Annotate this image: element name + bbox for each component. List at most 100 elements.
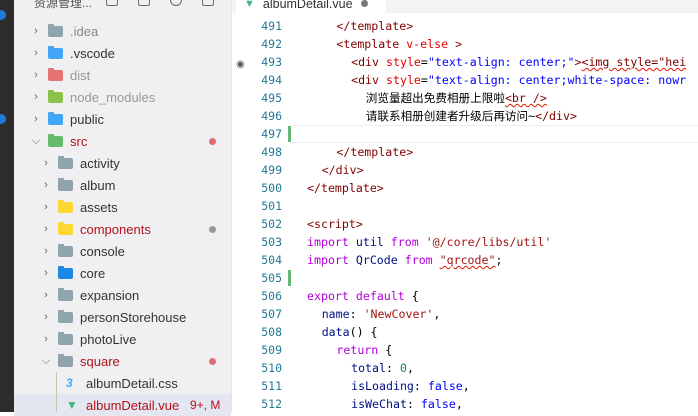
tree-item-vscode[interactable]: › .vscode bbox=[14, 42, 231, 64]
chevron-right-icon[interactable]: › bbox=[41, 245, 51, 257]
code-token: isLoading bbox=[351, 379, 414, 393]
tree-item-label: .idea bbox=[70, 23, 99, 39]
tree-item-square[interactable]: ⌵ square bbox=[14, 350, 231, 372]
tree-item-album[interactable]: › album bbox=[14, 174, 231, 196]
chevron-right-icon[interactable]: › bbox=[41, 179, 51, 191]
code-token: </template> bbox=[336, 19, 414, 33]
chevron-right-icon[interactable]: › bbox=[31, 69, 41, 81]
chevron-right-icon[interactable]: › bbox=[41, 311, 51, 323]
code-line[interactable]: </div> bbox=[322, 161, 364, 179]
code-line[interactable]: </template> bbox=[336, 143, 413, 161]
chevron-right-icon[interactable]: › bbox=[41, 267, 51, 279]
activity-bar bbox=[0, 0, 14, 412]
code-line[interactable]: import QrCode from "qrcode"; bbox=[307, 251, 502, 269]
explorer-sidebar: 资源管理... › .idea › .vscode › dist › node_… bbox=[14, 0, 232, 416]
chevron-right-icon[interactable]: › bbox=[31, 25, 41, 37]
folder-icon bbox=[58, 332, 73, 345]
refresh-icon[interactable] bbox=[170, 0, 182, 6]
current-line-highlight bbox=[292, 125, 698, 143]
chevron-right-icon[interactable]: › bbox=[41, 201, 51, 213]
tree-item-dist[interactable]: › dist bbox=[14, 64, 231, 86]
folder-icon bbox=[48, 24, 63, 37]
code-line[interactable]: isLoading: false, bbox=[351, 377, 470, 395]
modified-dot-icon bbox=[209, 225, 216, 233]
code-editor[interactable]: ◉ 491 </template> 492 <template v-else >493… bbox=[232, 17, 698, 412]
code-token: <div bbox=[351, 73, 386, 87]
tree-item-activity[interactable]: › activity bbox=[14, 152, 231, 174]
tree-item-core[interactable]: › core bbox=[14, 262, 231, 284]
code-line[interactable]: <div style="text-align: center;"><img st… bbox=[351, 53, 686, 71]
tree-item-idea[interactable]: › .idea bbox=[14, 20, 231, 42]
code-line[interactable]: name: 'NewCover', bbox=[322, 305, 441, 323]
code-token: total bbox=[351, 361, 386, 375]
chevron-down-icon[interactable]: ⌵ bbox=[31, 135, 41, 148]
line-number: 506 bbox=[261, 289, 282, 303]
code-token: { bbox=[378, 343, 393, 357]
code-line[interactable]: export default { bbox=[307, 287, 419, 305]
tree-item-public[interactable]: › public bbox=[14, 108, 231, 130]
unsaved-dot-icon[interactable] bbox=[360, 0, 368, 7]
line-number: 499 bbox=[261, 163, 282, 177]
extension-badge-icon[interactable] bbox=[0, 114, 6, 124]
tree-item-personstorehouse[interactable]: › personStorehouse bbox=[14, 306, 231, 328]
code-line[interactable]: <template v-else > bbox=[336, 35, 462, 53]
folder-icon bbox=[48, 112, 63, 125]
code-line[interactable]: import util from '@/core/libs/util' bbox=[307, 233, 551, 251]
chevron-right-icon[interactable]: › bbox=[31, 113, 41, 125]
tree-item-assets[interactable]: › assets bbox=[14, 196, 231, 218]
line-number: 493 bbox=[261, 55, 282, 69]
new-folder-icon[interactable] bbox=[138, 0, 150, 6]
code-token: , bbox=[406, 361, 414, 375]
code-line[interactable]: </template> bbox=[336, 17, 413, 35]
tab-label: albumDetail.vue bbox=[262, 0, 353, 11]
tree-item-nodemodules[interactable]: › node_modules bbox=[14, 86, 231, 108]
folder-icon bbox=[48, 134, 63, 147]
tree-item-console[interactable]: › console bbox=[14, 240, 231, 262]
chevron-right-icon[interactable]: › bbox=[41, 289, 51, 301]
code-line[interactable]: data() { bbox=[322, 323, 378, 341]
code-line[interactable]: total: 0, bbox=[351, 359, 414, 377]
code-line[interactable]: <script> bbox=[307, 215, 363, 233]
code-token: () { bbox=[349, 325, 378, 339]
account-badge-icon[interactable] bbox=[0, 10, 6, 20]
indent-guide bbox=[56, 372, 57, 412]
line-number: 498 bbox=[261, 145, 282, 159]
code-line[interactable]: <div style="text-align: center;white-spa… bbox=[351, 71, 686, 89]
tree-file-albumdetailvue[interactable]: ▼ albumDetail.vue 9+, M bbox=[14, 394, 231, 416]
code-line[interactable]: return { bbox=[336, 341, 392, 359]
new-file-icon[interactable] bbox=[106, 0, 118, 6]
code-token: 'NewCover' bbox=[363, 307, 434, 321]
code-token: > bbox=[448, 37, 463, 51]
tree-item-label: photoLive bbox=[80, 331, 137, 347]
tree-item-label: personStorehouse bbox=[80, 309, 187, 325]
tree-item-components[interactable]: › components bbox=[14, 218, 231, 240]
chevron-right-icon[interactable]: › bbox=[41, 333, 51, 345]
code-token: 请联系相册创建者升级后再访问~ bbox=[365, 109, 536, 123]
code-token: </template> bbox=[307, 181, 384, 195]
chevron-right-icon[interactable]: › bbox=[31, 91, 41, 103]
code-token: style bbox=[386, 73, 421, 87]
tree-item-label: components bbox=[80, 221, 151, 237]
chevron-right-icon[interactable]: › bbox=[41, 223, 51, 235]
tab-albumdetail-vue[interactable]: ▼ albumDetail.vue bbox=[236, 0, 386, 13]
code-line[interactable]: 请联系相册创建者升级后再访问~</div> bbox=[366, 107, 577, 125]
folder-icon bbox=[58, 244, 73, 257]
chevron-right-icon[interactable]: › bbox=[31, 47, 41, 59]
code-line[interactable]: 浏览量超出免费相册上限啦<br /> bbox=[366, 89, 547, 107]
chevron-down-icon[interactable]: ⌵ bbox=[41, 355, 51, 368]
code-token: ; bbox=[495, 253, 503, 267]
code-line[interactable]: </template> bbox=[307, 179, 384, 197]
tree-item-photolive[interactable]: › photoLive bbox=[14, 328, 231, 350]
code-token: <script> bbox=[307, 217, 363, 231]
code-line[interactable]: isWeChat: false, bbox=[351, 395, 463, 413]
tree-file-albumdetailcss[interactable]: 3 albumDetail.css bbox=[14, 372, 231, 394]
collapse-all-icon[interactable] bbox=[202, 0, 214, 6]
code-token: import bbox=[307, 253, 349, 267]
tree-item-src[interactable]: ⌵ src bbox=[14, 130, 231, 152]
tree-item-expansion[interactable]: › expansion bbox=[14, 284, 231, 306]
chevron-right-icon[interactable]: › bbox=[41, 157, 51, 169]
modified-dot-icon bbox=[209, 137, 216, 145]
line-number: 492 bbox=[261, 37, 282, 51]
folder-icon bbox=[58, 310, 73, 323]
code-token: : bbox=[386, 361, 400, 375]
